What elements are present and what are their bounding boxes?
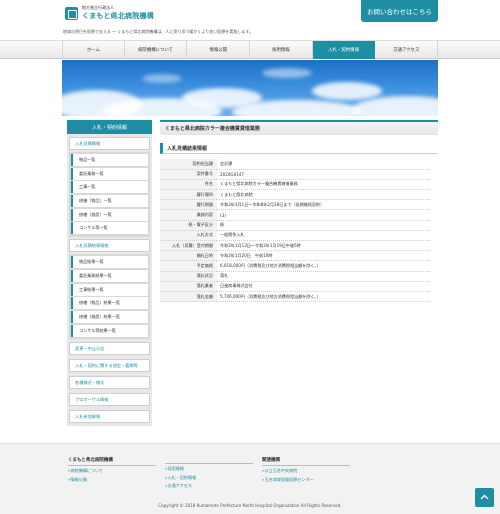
footer-link[interactable]: »公立玉名中央病院 <box>262 468 350 474</box>
sidebar-subitem[interactable]: 物品一覧 <box>71 154 148 166</box>
global-nav: ホーム 病院機構について 情報公開 採用情報 入札・契約情報 交通アクセス <box>0 40 500 59</box>
section-title: 入札見積結果情報 <box>160 143 438 154</box>
sidebar-subitem[interactable]: 委託業務結果一覧 <box>71 269 148 282</box>
hospital-logo-icon[interactable] <box>65 7 78 20</box>
row-key: 案件番号 <box>160 169 217 180</box>
row-value: (3) <box>217 209 430 221</box>
nav-bidding[interactable]: 入札・契約情報 <box>312 41 376 59</box>
table-row: 案件番号 2020G0147 <box>160 169 430 180</box>
footer-col-related: 関連機関 »公立玉名中央病院 »玉名地域保健医療センター <box>262 457 350 483</box>
sidebar-subitem[interactable]: 工事結果一覧 <box>71 283 148 296</box>
sidebar-subitem[interactable]: 修繕（物品）一覧 <box>71 195 148 208</box>
table-row: 履行期間 令和3年3月1日～令和8年2月28日まで（長期継続契約） <box>160 199 430 211</box>
footer-link[interactable]: »採用情報 <box>165 466 253 472</box>
row-key: 落札金額 <box>160 291 217 303</box>
row-value: 会計課 <box>217 159 430 170</box>
footer-col-organization: くまもと県北病院機構 »病院機構について »情報公開 <box>68 457 156 483</box>
sidebar-subitem[interactable]: 委託業務一覧 <box>71 167 148 180</box>
site-header: 地方独立行政法人 くまもと県北病院機構 お問い合わせはこちら 地域の明日を医療で… <box>0 0 500 40</box>
table-row: 落札状況 落札 <box>160 271 430 282</box>
table-row: 予定価格 6,018,000円（消費税及び地方消費税相当額を除く。） <box>160 260 430 272</box>
row-value: 令和3年3月1日～令和8年2月28日まで（長期継続契約） <box>217 199 430 211</box>
row-key: 予定価格 <box>160 260 217 272</box>
table-row: 契約担当課 会計課 <box>160 159 430 170</box>
sidebar-subitem[interactable]: 修繕（施設）結果一覧 <box>71 310 148 323</box>
nav-about[interactable]: 病院機構について <box>125 41 188 59</box>
sidebar-subitem[interactable]: 工事一覧 <box>71 181 148 194</box>
sidebar-subitem[interactable]: 修繕（施設）一覧 <box>71 208 148 221</box>
sidebar-subitem[interactable]: コンサル等一覧 <box>71 222 148 235</box>
row-key: 履行場所 <box>160 189 217 201</box>
sidebar-item-forms[interactable]: 各種様式・様式 <box>69 376 150 390</box>
row-key: 履行期間 <box>160 199 217 211</box>
page-title: くまもと県北病院カラー複合機賃貸借業務 <box>160 120 438 135</box>
row-key: 紙・電子区分 <box>160 220 217 231</box>
sidebar-item-bid-results[interactable]: 入札見積結果情報 <box>69 239 150 253</box>
table-row: 落札金額 5,706,000円（消費税及び地方消費税相当額を除く。） <box>160 291 430 303</box>
nav-access[interactable]: 交通アクセス <box>375 41 439 59</box>
hero-sky-image <box>62 60 438 116</box>
site-tagline: 地域の明日を医療で支える ～ くまもと県北病院機構は、人に寄り添う暖かくより良い… <box>63 29 253 34</box>
sidebar-heading: 入札・契約情報 <box>67 120 152 134</box>
table-row: 履行場所 くまもと県北病院 <box>160 189 430 201</box>
row-key: 入札（見積）受付期間 <box>160 240 217 252</box>
footer-link[interactable]: »入札・契約情報 <box>165 475 253 481</box>
table-row: 入札方式 一般競争入札 <box>160 230 430 242</box>
row-key: 落札業者 <box>160 281 217 292</box>
table-row: 件名 くまもと県北病院カラー複合機賃貸借業務 <box>160 179 430 191</box>
row-value: 6,018,000円（消費税及び地方消費税相当額を除く。） <box>217 260 430 272</box>
row-value: 令和3年1月20日 午前10時 <box>217 250 430 262</box>
nav-home[interactable]: ホーム <box>62 41 125 59</box>
table-row: 入札（見積）受付期間 令和3年1月13日～令和3年1月19日午後5時 <box>160 240 430 252</box>
footer-link[interactable]: »病院機構について <box>68 468 156 474</box>
row-key: 件名 <box>160 179 217 191</box>
footer-link[interactable]: »交通アクセス <box>165 483 253 489</box>
table-row: 落札業者 日進商事株式会社 <box>160 281 430 292</box>
footer-link[interactable]: »玉名地域保健医療センター <box>262 477 350 483</box>
row-value: 5,706,000円（消費税及び地方消費税相当額を除く。） <box>217 291 430 303</box>
row-value: 落札 <box>217 271 430 282</box>
sidebar-subitem[interactable]: 物品結果一覧 <box>71 256 148 269</box>
row-key: 業務内容 <box>160 209 217 221</box>
contact-button[interactable]: お問い合わせはこちら <box>361 0 438 22</box>
row-value: くまもと県北病院 <box>217 189 430 201</box>
row-value: 日進商事株式会社 <box>217 281 430 292</box>
table-row: 開札日時 令和3年1月20日 午前10時 <box>160 250 430 262</box>
nav-recruit[interactable]: 採用情報 <box>250 41 313 59</box>
sidebar-subitem[interactable]: コンサル等結果一覧 <box>71 324 148 337</box>
footer-link[interactable]: »情報公開 <box>68 477 156 483</box>
row-key: 入札方式 <box>160 230 217 242</box>
nav-disclosure[interactable]: 情報公開 <box>187 41 251 59</box>
sidebar-item-bid-info[interactable]: 入札見積情報 <box>69 137 150 150</box>
sidebar-item-changes[interactable]: 変更・中止公告 <box>69 342 150 356</box>
sidebar-item-proposal[interactable]: プロポーザル情報 <box>69 393 150 407</box>
table-row: 業務内容 (3) <box>160 209 430 221</box>
row-key: 落札状況 <box>160 271 217 282</box>
table-row: 紙・電子区分紙 <box>160 220 430 231</box>
chevron-up-icon <box>480 494 489 500</box>
page-top-button[interactable] <box>475 488 494 507</box>
row-value: 2020G0147 <box>217 169 430 180</box>
copyright: Copyright © 2018 Kumamoto Prefecture Nor… <box>158 503 342 508</box>
sidebar-item-regulations[interactable]: 入札・契約に関する規定・要綱等 <box>69 359 150 373</box>
footer-heading: 関連機関 <box>262 458 280 463</box>
footer-heading: くまもと県北病院機構 <box>68 458 113 463</box>
sidebar: 入札・契約情報 入札見積情報 物品一覧 委託業務一覧 工事一覧 修繕（物品）一覧… <box>67 120 152 427</box>
row-value: 令和3年1月13日～令和3年1月19日午後5時 <box>217 240 430 252</box>
row-key: 契約担当課 <box>160 159 217 170</box>
row-value: 一般競争入札 <box>217 230 430 242</box>
row-key: 開札日時 <box>160 250 217 262</box>
row-value: くまもと県北病院カラー複合機賃貸借業務 <box>217 179 430 191</box>
footer-col-links: »採用情報 »入札・契約情報 »交通アクセス <box>165 463 253 489</box>
main-content: くまもと県北病院カラー複合機賃貸借業務 入札見積結果情報 契約担当課 会計課 案件… <box>160 120 438 303</box>
sidebar-subitem[interactable]: 修繕（物品）結果一覧 <box>71 297 148 310</box>
result-table: 契約担当課 会計課 案件番号 2020G0147 件名 くまもと県北病院カラー複合機賃… <box>160 159 430 303</box>
row-value: 紙 <box>217 220 430 231</box>
sidebar-item-qualification[interactable]: 入札参加資格 <box>69 410 150 424</box>
logo-title[interactable]: くまもと県北病院機構 <box>82 11 154 21</box>
